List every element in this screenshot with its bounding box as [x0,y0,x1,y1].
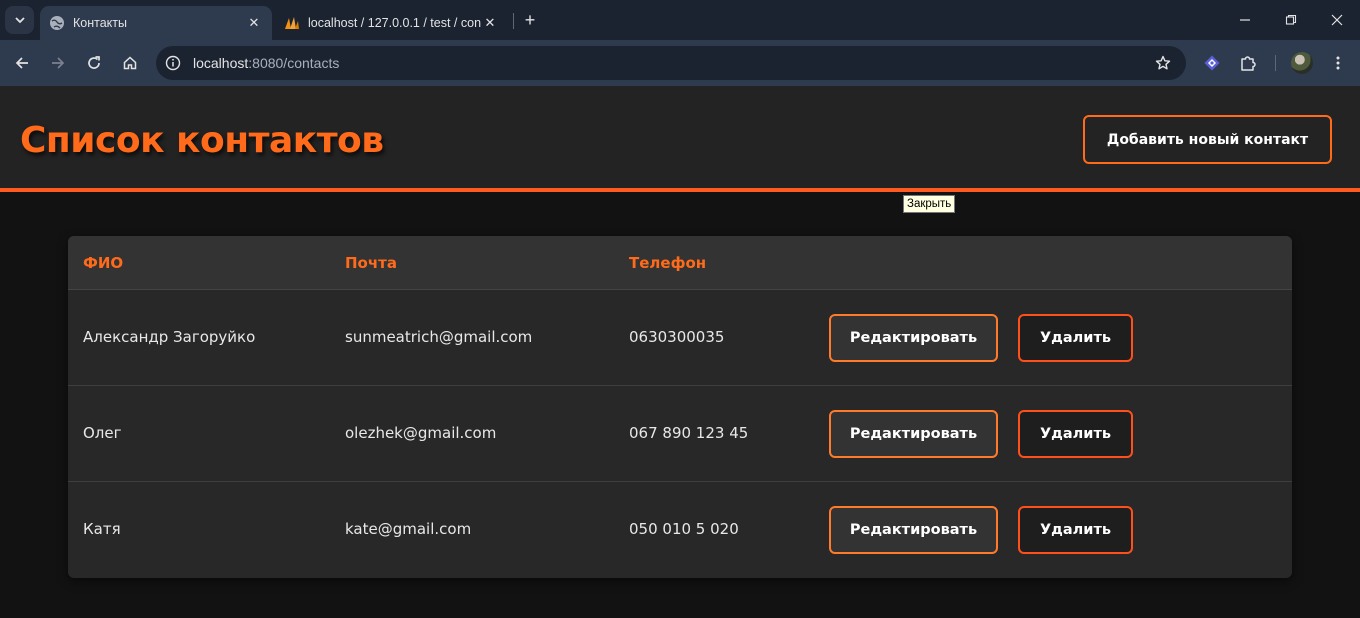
new-tab-button[interactable]: + [520,10,540,30]
contact-email: sunmeatrich@gmail.com [345,328,533,346]
phpmyadmin-icon [284,15,300,31]
minimize-icon[interactable] [1233,8,1257,32]
extensions-puzzle-icon[interactable] [1236,51,1260,75]
delete-button[interactable]: Удалить [1018,410,1133,458]
tab-title: Контакты [73,16,127,30]
site-info-icon[interactable] [164,54,182,72]
address-bar[interactable]: localhost:8080/contacts [156,46,1186,80]
contacts-table: ФИО Почта Телефон Александр Загоруйко su… [68,236,1292,578]
close-window-icon[interactable] [1325,8,1349,32]
table-row: Александр Загоруйко sunmeatrich@gmail.co… [68,290,1292,386]
table-row: Олег olezhek@gmail.com 067 890 123 45 Ре… [68,386,1292,482]
restore-icon[interactable] [1279,8,1303,32]
tab-title: localhost / 127.0.0.1 / test / con [308,16,482,30]
bookmark-star-icon[interactable] [1154,54,1172,72]
contact-name: Олег [83,424,122,442]
url-text: localhost:8080/contacts [193,55,339,71]
contact-email: kate@gmail.com [345,520,472,538]
home-icon[interactable] [118,51,142,75]
browser-tab-strip: Контакты ✕ localhost / 127.0.0.1 / test … [0,0,1360,40]
contact-phone: 0630300035 [629,328,725,346]
tab-search-button[interactable] [5,6,34,34]
delete-button[interactable]: Удалить [1018,506,1133,554]
toolbar-divider [1275,55,1276,71]
reload-icon[interactable] [82,51,106,75]
globe-icon [49,15,65,31]
close-tooltip: Закрыть [903,195,956,213]
url-path: :8080/contacts [248,55,340,71]
column-header-name: ФИО [83,254,124,272]
table-row: Катя kate@gmail.com 050 010 5 020 Редакт… [68,482,1292,578]
edit-button[interactable]: Редактировать [829,410,998,458]
url-host: localhost [193,55,249,71]
profile-avatar[interactable] [1291,52,1313,74]
page-header: Список контактов Добавить новый контакт [0,86,1360,192]
close-tab-icon[interactable]: ✕ [482,15,498,31]
close-tab-icon[interactable]: ✕ [246,15,262,31]
contact-name: Катя [83,520,121,538]
extension-diamond-icon[interactable] [1200,51,1224,75]
browser-toolbar: localhost:8080/contacts [0,40,1360,86]
chevron-down-icon [14,17,25,24]
table-header: ФИО Почта Телефон [68,236,1292,290]
page-title: Список контактов [20,120,384,161]
column-header-email: Почта [345,254,397,272]
contact-email: olezhek@gmail.com [345,424,497,442]
contact-name: Александр Загоруйко [83,328,256,346]
tab-phpmyadmin[interactable]: localhost / 127.0.0.1 / test / con ✕ [276,6,508,40]
edit-button[interactable]: Редактировать [829,314,998,362]
tab-contacts[interactable]: Контакты ✕ [40,6,272,40]
add-contact-button[interactable]: Добавить новый контакт [1083,115,1332,164]
forward-icon[interactable] [46,51,70,75]
back-icon[interactable] [10,51,34,75]
page-content: Список контактов Добавить новый контакт … [0,86,1360,618]
more-menu-icon[interactable] [1326,51,1350,75]
column-header-phone: Телефон [629,254,707,272]
contact-phone: 050 010 5 020 [629,520,739,538]
contact-phone: 067 890 123 45 [629,424,749,442]
delete-button[interactable]: Удалить [1018,314,1133,362]
tab-divider [513,13,514,29]
edit-button[interactable]: Редактировать [829,506,998,554]
